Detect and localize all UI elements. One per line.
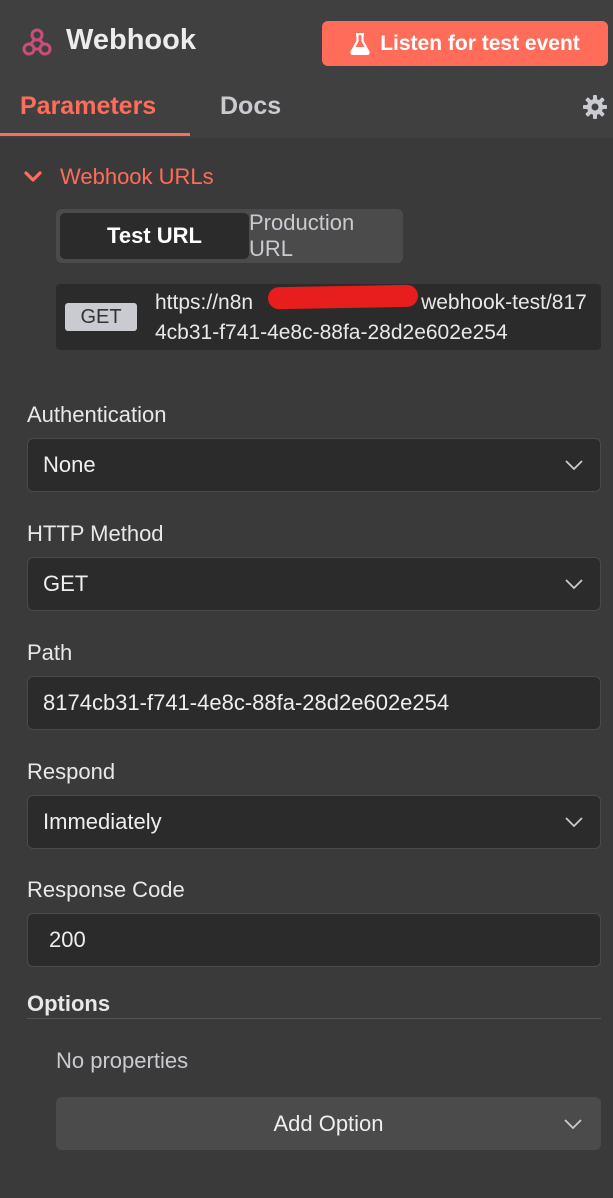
respond-select[interactable]: Immediately [27,795,601,849]
test-url-option[interactable]: Test URL [60,213,249,259]
listen-for-test-event-button[interactable]: Listen for test event [322,21,608,66]
chevron-down-icon [565,817,583,828]
add-option-label: Add Option [273,1110,384,1136]
chevron-down-icon [564,1119,582,1130]
webhook-urls-toggle[interactable]: Webhook URLs [24,164,214,190]
http-method-label: HTTP Method [27,521,164,546]
response-code-value: 200 [49,927,86,952]
response-code-label: Response Code [27,877,185,902]
authentication-value: None [43,452,96,477]
chevron-down-icon [565,460,583,471]
redaction-mark [267,284,419,310]
gear-icon[interactable] [582,94,608,120]
active-tab-indicator [0,133,190,136]
respond-value: Immediately [43,809,162,834]
url-type-switch: Test URL Production URL [56,209,403,263]
chevron-down-icon [565,579,583,590]
no-properties-text: No properties [56,1048,189,1073]
response-code-input[interactable]: 200 [27,913,601,967]
options-heading: Options [27,991,111,1016]
path-label: Path [27,640,73,665]
listen-button-label: Listen for test event [380,31,580,55]
webhook-urls-label: Webhook URLs [60,164,214,189]
method-badge: GET [65,303,137,331]
authentication-select[interactable]: None [27,438,601,492]
webhook-logo-icon [22,28,52,56]
node-header: Webhook Listen for test event [0,0,613,88]
tab-parameters[interactable]: Parameters [20,92,156,121]
node-title: Webhook [66,24,196,56]
tab-bar: Parameters Docs [0,88,613,138]
flask-icon [350,32,370,55]
add-option-button[interactable]: Add Option [56,1097,601,1150]
tab-docs[interactable]: Docs [220,92,281,121]
respond-label: Respond [27,759,116,784]
authentication-label: Authentication [27,402,167,427]
parameters-panel: Webhook URLs Test URL Production URL GET… [0,138,613,1198]
chevron-down-icon [24,171,42,182]
path-input[interactable]: 8174cb31-f741-4e8c-88fa-28d2e602e254 [27,676,601,730]
http-method-select[interactable]: GET [27,557,601,611]
options-divider [27,1018,601,1019]
production-url-option[interactable]: Production URL [249,210,399,261]
path-value: 8174cb31-f741-4e8c-88fa-28d2e602e254 [43,690,450,715]
http-method-value: GET [43,571,89,596]
